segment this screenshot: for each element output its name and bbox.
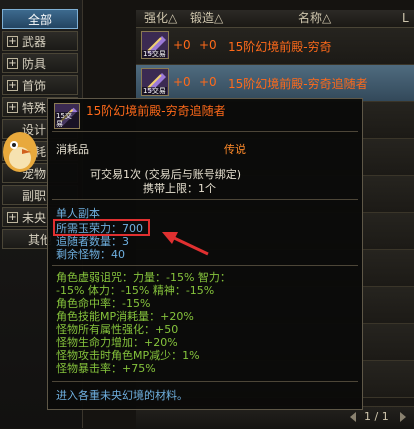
item-icon: 15交易 [141,68,169,96]
column-forge[interactable]: 锻造△ [190,10,223,27]
sidebar-item-armor[interactable]: + 防具 [2,53,78,73]
tooltip-title: 15阶幻境前殿-穷奇追随者 [86,104,226,118]
highlight-box [53,219,150,236]
column-name[interactable]: 名称△ [298,10,331,27]
effect-line: -15% 体力：-15% 精神：-15% [56,284,215,297]
sidebar-item-label: 防具 [22,57,47,71]
item-rarity: 传说 [224,143,246,156]
next-page-icon[interactable] [400,412,406,422]
table-row[interactable]: 15交易 +0 +0 15阶幻境前殿-穷奇 [136,28,414,65]
page-indicator: 1 / 1 [364,410,389,423]
sidebar-item-accessories[interactable]: + 首饰 [2,75,78,95]
divider [52,265,358,266]
effect-line: 怪物暴击率：+75% [56,362,156,375]
table-header: 强化△ 锻造△ 名称△ L [136,10,414,28]
effect-line: 角色虚弱诅咒：力量：-15% 智力： [56,271,231,284]
divider [52,199,358,200]
sidebar-item-label: 全部 [27,13,52,27]
divider [52,381,358,382]
carry-limit: 携带上限：1个 [143,182,216,195]
tooltip-item-icon: 15交易 [54,103,80,129]
expand-icon[interactable]: + [7,212,18,223]
divider [52,131,358,132]
sidebar-item-weapons[interactable]: + 武器 [2,31,78,51]
prev-page-icon[interactable] [350,412,356,422]
reinforce-value: +0 [173,75,191,89]
sidebar-item-label: 首饰 [22,79,47,93]
forge-value: +0 [199,38,217,52]
trade-info: 可交易1次 (交易后与账号绑定) [90,168,242,181]
expand-icon[interactable]: + [7,58,18,69]
effect-line: 角色技能MP消耗量：+20% [56,310,194,323]
remaining-monsters: 剩余怪物：40 [56,248,125,261]
sidebar-item-label: 武器 [22,35,47,49]
sidebar-item-label: 特殊 [22,101,47,115]
table-row-selected[interactable]: 15交易 +0 +0 15阶幻境前殿-穷奇追随者 [136,65,414,102]
reinforce-value: +0 [173,38,191,52]
icon-tag: 15交易 [142,87,167,95]
sidebar-item-label: 未央 [22,211,47,225]
column-level[interactable]: L [402,10,409,27]
item-description: 进入各重未央幻境的材料。 [56,389,188,402]
item-name: 15阶幻境前殿-穷奇 [228,40,332,54]
effect-line: 角色命中率：-15% [56,297,151,310]
expand-icon[interactable]: + [7,80,18,91]
item-type: 消耗品 [56,143,89,156]
forge-value: +0 [199,75,217,89]
follower-count: 追随者数量：3 [56,235,129,248]
effect-line: 怪物所有属性强化：+50 [56,323,179,336]
mascot-icon [3,132,37,172]
expand-icon[interactable]: + [7,102,18,113]
item-icon: 15交易 [141,31,169,59]
icon-tag: 15交易 [55,112,79,128]
item-name: 15阶幻境前殿-穷奇追随者 [228,77,368,91]
arrow-icon [162,232,209,256]
sidebar-item-label: 副职 [22,189,47,203]
sidebar-item-all[interactable]: 全部 [2,9,78,29]
effect-line: 怪物生命力增加：+20% [56,336,178,349]
column-reinforce[interactable]: 强化△ [144,10,177,27]
effect-line: 怪物攻击时角色MP减少：1% [56,349,200,362]
expand-icon[interactable]: + [7,36,18,47]
icon-tag: 15交易 [142,50,167,58]
